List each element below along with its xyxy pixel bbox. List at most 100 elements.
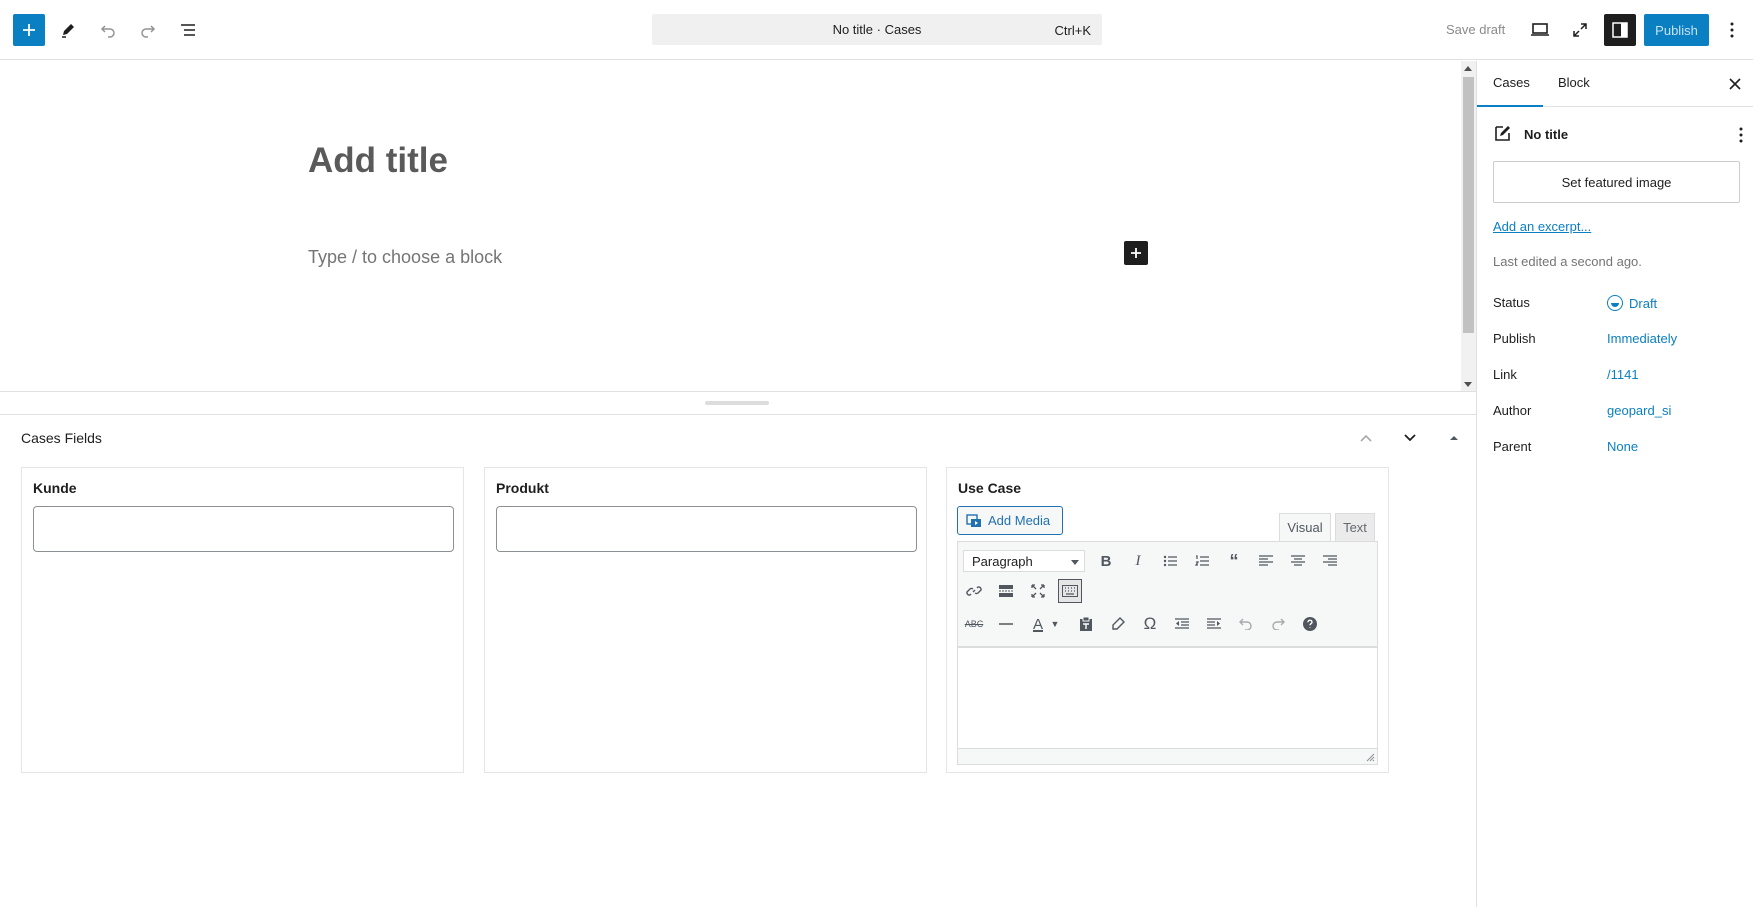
caret-down-icon[interactable]: ▼ — [1048, 612, 1062, 636]
help-icon[interactable] — [1298, 612, 1322, 636]
align-right-icon[interactable] — [1318, 549, 1342, 573]
link-value[interactable]: /1141 — [1607, 367, 1639, 382]
italic-icon[interactable]: I — [1126, 549, 1150, 573]
clear-formatting-icon[interactable] — [1106, 612, 1130, 636]
command-palette-bar[interactable]: No title · Cases Ctrl+K — [652, 14, 1102, 45]
scroll-down-arrow[interactable] — [1464, 382, 1472, 387]
kunde-input[interactable] — [33, 506, 454, 552]
undo-button[interactable] — [92, 14, 124, 46]
status-row: Status Draft — [1493, 293, 1743, 313]
document-overview-button[interactable] — [172, 14, 204, 46]
save-draft-button[interactable]: Save draft — [1446, 22, 1505, 37]
draft-status-icon — [1607, 295, 1623, 311]
editor-toolbar: Paragraph B I “ ABC A ▼ Ω — [957, 541, 1378, 647]
strikethrough-icon[interactable]: ABC — [962, 612, 986, 636]
align-center-icon[interactable] — [1286, 549, 1310, 573]
metabox-resize-area — [0, 391, 1476, 415]
expand-icon — [1573, 23, 1587, 37]
produkt-input[interactable] — [496, 506, 917, 552]
field-label: Produkt — [496, 480, 549, 496]
more-vertical-icon — [1730, 22, 1734, 38]
block-inserter-button[interactable] — [13, 14, 45, 46]
editor-scrollbar[interactable] — [1461, 61, 1476, 391]
read-more-icon[interactable] — [994, 579, 1018, 603]
metabox-resize-handle[interactable] — [705, 401, 769, 405]
quote-icon[interactable]: “ — [1222, 549, 1246, 573]
indent-icon[interactable] — [1202, 612, 1226, 636]
fullscreen-button[interactable] — [1564, 14, 1596, 46]
horizontal-line-icon[interactable] — [994, 612, 1018, 636]
post-title-label: No title — [1524, 127, 1569, 142]
author-label: Author — [1493, 403, 1532, 418]
use-case-editor-body[interactable] — [957, 647, 1378, 765]
editor-canvas: Add title Type / to choose a block — [0, 61, 1461, 391]
redo-icon[interactable] — [1266, 612, 1290, 636]
publish-value[interactable]: Immediately — [1607, 331, 1677, 346]
parent-label: Parent — [1493, 439, 1532, 454]
tab-text[interactable]: Text — [1335, 513, 1375, 542]
redo-button[interactable] — [132, 14, 164, 46]
publish-label: Publish — [1493, 331, 1536, 346]
redo-icon — [141, 25, 156, 38]
scroll-thumb[interactable] — [1463, 77, 1474, 333]
block-placeholder[interactable]: Type / to choose a block — [308, 247, 502, 268]
special-character-icon[interactable]: Ω — [1138, 612, 1162, 636]
add-media-label: Add Media — [988, 513, 1051, 528]
tab-cases[interactable]: Cases — [1493, 75, 1530, 90]
list-view-icon — [181, 24, 195, 36]
field-label: Use Case — [958, 480, 1022, 496]
shortcut-hint: Ctrl+K — [1054, 23, 1091, 38]
tools-button[interactable] — [52, 14, 84, 46]
author-value[interactable]: geopard_si — [1607, 403, 1671, 418]
status-label: Status — [1493, 295, 1530, 310]
cases-fields-metabox: Cases Fields Kunde Produkt Use Case Add … — [0, 415, 1476, 907]
toggle-panel-button[interactable] — [1443, 427, 1465, 449]
bold-icon[interactable]: B — [1094, 549, 1118, 573]
align-left-icon[interactable] — [1254, 549, 1278, 573]
chevron-up-icon — [1360, 434, 1372, 442]
tab-visual[interactable]: Visual — [1279, 513, 1331, 542]
move-up-button[interactable] — [1355, 427, 1377, 449]
set-featured-image-button[interactable]: Set featured image — [1493, 161, 1740, 203]
add-media-button[interactable]: Add Media — [957, 506, 1063, 535]
move-down-button[interactable] — [1399, 427, 1421, 449]
text-color-icon[interactable]: A — [1026, 612, 1050, 636]
numbered-list-icon[interactable] — [1190, 549, 1214, 573]
close-sidebar-button[interactable] — [1725, 74, 1745, 94]
link-row: Link /1141 — [1493, 365, 1743, 385]
outdent-icon[interactable] — [1170, 612, 1194, 636]
bullet-list-icon[interactable] — [1158, 549, 1182, 573]
publish-button[interactable]: Publish — [1644, 14, 1709, 46]
options-menu-button[interactable] — [1718, 14, 1746, 46]
plus-icon — [1131, 248, 1141, 258]
post-title-input[interactable]: Add title — [308, 141, 448, 181]
chevron-down-icon — [1404, 434, 1416, 442]
settings-sidebar-toggle[interactable] — [1604, 14, 1636, 46]
last-edited-text: Last edited a second ago. — [1493, 254, 1642, 269]
inline-block-inserter[interactable] — [1124, 241, 1148, 265]
add-excerpt-link[interactable]: Add an excerpt... — [1493, 219, 1591, 234]
paste-text-icon[interactable] — [1074, 612, 1098, 636]
sidebar-tabs: Cases Block — [1477, 61, 1753, 107]
keyboard-icon[interactable] — [1058, 579, 1082, 603]
status-value[interactable]: Draft — [1607, 295, 1657, 311]
distraction-free-icon[interactable] — [1026, 579, 1050, 603]
more-vertical-icon[interactable] — [1739, 127, 1743, 143]
status-value-text: Draft — [1629, 295, 1658, 311]
preview-button[interactable] — [1524, 14, 1556, 46]
resize-grip-icon[interactable] — [1366, 753, 1375, 762]
sidebar-icon — [1612, 22, 1628, 38]
undo-icon[interactable] — [1234, 612, 1258, 636]
link-label: Link — [1493, 367, 1517, 382]
format-select[interactable]: Paragraph — [963, 550, 1085, 572]
undo-icon — [100, 25, 115, 38]
author-row: Author geopard_si — [1493, 401, 1743, 421]
parent-value[interactable]: None — [1607, 439, 1638, 454]
tab-block[interactable]: Block — [1558, 75, 1590, 90]
parent-row: Parent None — [1493, 437, 1743, 457]
document-title: No title · Cases — [832, 22, 922, 37]
post-summary-header: No title — [1493, 123, 1743, 147]
scroll-up-arrow[interactable] — [1464, 66, 1472, 71]
publish-row: Publish Immediately — [1493, 329, 1743, 349]
link-icon[interactable] — [962, 579, 986, 603]
